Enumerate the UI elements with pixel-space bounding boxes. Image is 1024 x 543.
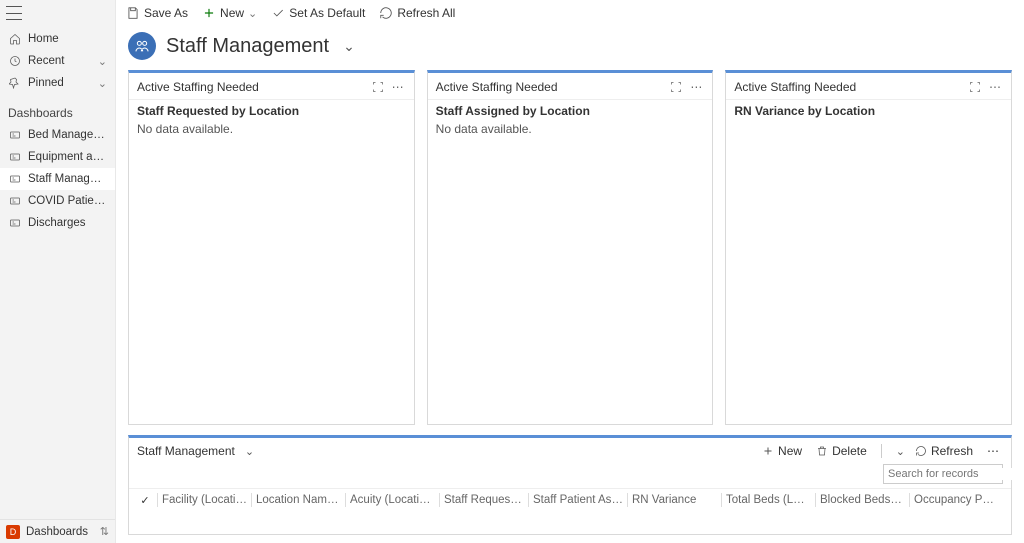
divider [881, 444, 882, 458]
sidebar-item-staff-management[interactable]: Staff Management [0, 168, 115, 190]
dashboard-icon [8, 194, 22, 208]
cmd-refresh-all[interactable]: Refresh All [379, 6, 455, 20]
card-staff-assigned: Active Staffing Needed ⋯ Staff Assigned … [427, 70, 714, 425]
col-rn-variance[interactable]: RN Variance [632, 494, 717, 506]
search-input[interactable] [884, 468, 1024, 480]
sidebar-item-bed-management[interactable]: Bed Management [0, 124, 115, 146]
grid-refresh-label: Refresh [931, 444, 973, 458]
col-facility[interactable]: Facility (Location) [162, 494, 247, 506]
expand-icon[interactable] [668, 79, 684, 95]
card-subtitle: RN Variance by Location [726, 100, 1011, 120]
col-total-beds[interactable]: Total Beds (Locati... [726, 494, 811, 506]
area-switcher-dashboards[interactable]: D Dashboards ⇅ [0, 519, 115, 543]
nav-pinned[interactable]: Pinned ⌄ [0, 72, 115, 94]
nav-home-label: Home [28, 33, 107, 45]
area-label: Dashboards [26, 526, 100, 538]
col-blocked-beds[interactable]: Blocked Beds (Loc... [820, 494, 905, 506]
card-nodata: No data available. [129, 120, 414, 138]
col-acuity[interactable]: Acuity (Location) [350, 494, 435, 506]
col-staff-patient-assign[interactable]: Staff Patient Assign [533, 494, 623, 506]
page-title: Staff Management [166, 35, 329, 58]
clock-icon [8, 54, 22, 68]
more-icon[interactable]: ⋯ [688, 79, 704, 95]
card-staff-requested: Active Staffing Needed ⋯ Staff Requested… [128, 70, 415, 425]
card-subtitle: Staff Assigned by Location [428, 100, 713, 120]
cmd-save-as[interactable]: Save As [126, 6, 188, 20]
dashboard-icon [8, 150, 22, 164]
sidebar-item-label: COVID Patients [28, 195, 107, 207]
home-icon [8, 32, 22, 46]
chevron-down-icon[interactable]: ⌄ [343, 38, 355, 55]
sidebar-item-label: Discharges [28, 217, 107, 229]
hamburger-icon[interactable] [6, 6, 22, 20]
cmd-new[interactable]: New ⌄ [202, 6, 257, 20]
cmd-set-default-label: Set As Default [289, 6, 365, 20]
expand-icon[interactable] [370, 79, 386, 95]
cmd-save-as-label: Save As [144, 6, 188, 20]
card-title: Active Staffing Needed [137, 80, 366, 94]
card-title: Active Staffing Needed [734, 80, 963, 94]
chevron-down-icon: ⌄ [248, 7, 257, 20]
more-icon[interactable]: ⋯ [983, 444, 1003, 458]
sidebar-item-label: Bed Management [28, 129, 107, 141]
more-icon[interactable]: ⋯ [987, 79, 1003, 95]
card-rn-variance: Active Staffing Needed ⋯ RN Variance by … [725, 70, 1012, 425]
sidebar-item-label: Equipment and Supply [28, 151, 107, 163]
dashboard-icon [8, 172, 22, 186]
area-badge: D [6, 525, 20, 539]
grid-panel-staff-management: Staff Management ⌄ New Delete ⌄ [128, 435, 1012, 535]
grid-delete-label: Delete [832, 444, 867, 458]
command-bar: Save As New ⌄ Set As Default Refresh All [116, 0, 1024, 26]
grid-title: Staff Management [137, 444, 235, 458]
dashboard-icon [8, 216, 22, 230]
expand-collapse-icon: ⇅ [100, 525, 109, 538]
grid-new-button[interactable]: New [758, 444, 806, 458]
dashboard-icon [8, 128, 22, 142]
entity-icon [128, 32, 156, 60]
nav-pinned-label: Pinned [28, 77, 98, 89]
sidebar-item-equipment-supply[interactable]: Equipment and Supply [0, 146, 115, 168]
card-subtitle: Staff Requested by Location [129, 100, 414, 120]
nav-recent-label: Recent [28, 55, 98, 67]
chevron-down-icon: ⌄ [98, 77, 107, 90]
nav-recent[interactable]: Recent ⌄ [0, 50, 115, 72]
grid-delete-button[interactable]: Delete [812, 444, 871, 458]
col-staff-requested[interactable]: Staff Requested [444, 494, 524, 506]
section-header-dashboards: Dashboards [0, 96, 115, 124]
card-title: Active Staffing Needed [436, 80, 665, 94]
sidebar-item-label: Staff Management [28, 173, 107, 185]
search-box[interactable] [883, 464, 1003, 484]
chevron-down-icon: ⌄ [98, 55, 107, 68]
more-icon[interactable]: ⋯ [390, 79, 406, 95]
nav-home[interactable]: Home [0, 28, 115, 50]
chevron-down-icon[interactable]: ⌄ [896, 445, 905, 458]
card-nodata [726, 120, 1011, 124]
grid-column-headers: ✓ Facility (Location) Location Name (L..… [129, 488, 1011, 511]
expand-icon[interactable] [967, 79, 983, 95]
sidebar-item-covid-patients[interactable]: COVID Patients [0, 190, 115, 212]
col-location-name[interactable]: Location Name (L... [256, 494, 341, 506]
cmd-set-default[interactable]: Set As Default [271, 6, 365, 20]
chevron-down-icon[interactable]: ⌄ [245, 445, 254, 458]
cmd-new-label: New [220, 6, 244, 20]
cmd-refresh-all-label: Refresh All [397, 6, 455, 20]
pin-icon [8, 76, 22, 90]
select-all-checkbox[interactable]: ✓ [137, 494, 153, 507]
card-nodata: No data available. [428, 120, 713, 138]
sidebar-item-discharges[interactable]: Discharges [0, 212, 115, 234]
grid-refresh-button[interactable]: Refresh [911, 444, 977, 458]
grid-new-label: New [778, 444, 802, 458]
col-occupancy[interactable]: Occupancy Percen... [914, 494, 999, 506]
